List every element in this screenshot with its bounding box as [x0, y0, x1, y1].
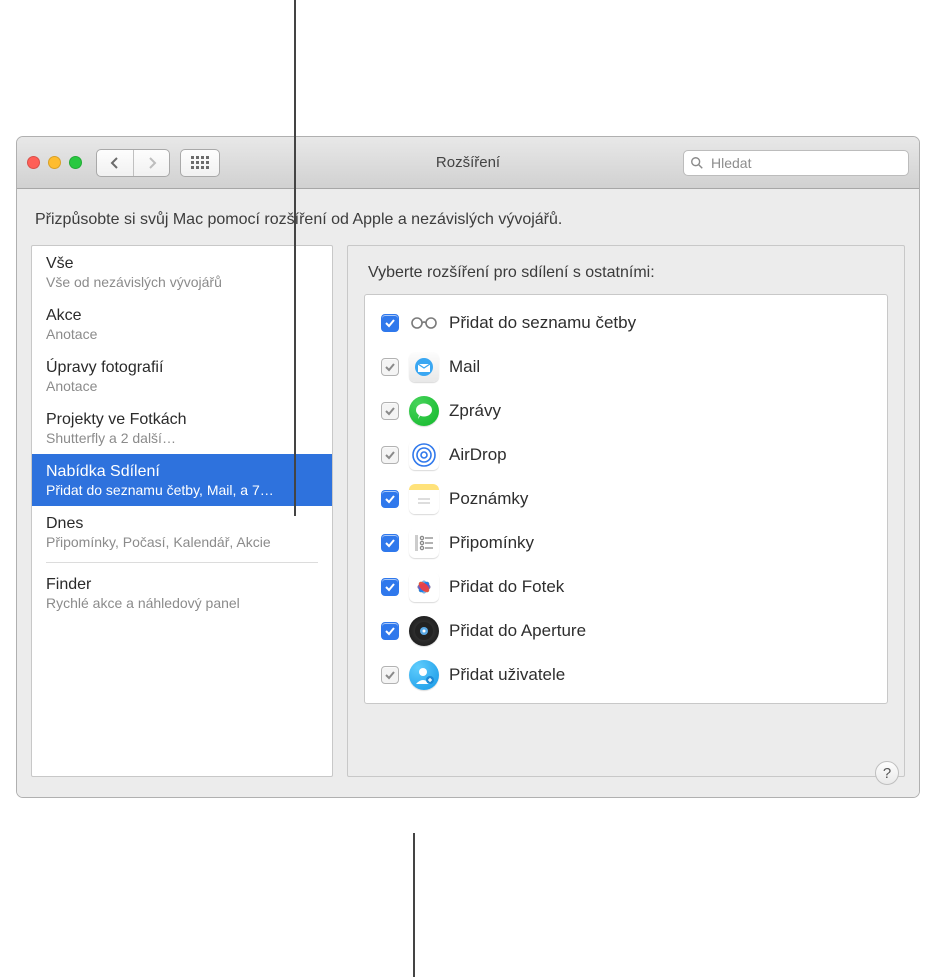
ext-label: Přidat do Fotek [449, 577, 564, 597]
panel-title: Vyberte rozšíření pro sdílení s ostatním… [368, 264, 888, 282]
sidebar-item-photo-editing[interactable]: Úpravy fotografií Anotace [32, 350, 332, 402]
chevron-left-icon [110, 157, 120, 169]
reading-list-icon [409, 308, 439, 338]
help-button[interactable]: ? [875, 761, 899, 785]
search-input[interactable] [709, 154, 902, 172]
sidebar-separator [46, 562, 318, 563]
close-window-button[interactable] [27, 156, 40, 169]
checkbox-photos[interactable] [381, 578, 399, 596]
checkbox-mail[interactable] [381, 358, 399, 376]
search-icon [690, 156, 704, 170]
mail-icon [409, 352, 439, 382]
reminders-icon [409, 528, 439, 558]
chevron-right-icon [147, 157, 157, 169]
checkbox-notes[interactable] [381, 490, 399, 508]
ext-label: Přidat do seznamu četby [449, 313, 636, 333]
grid-icon [191, 156, 209, 170]
search-field[interactable] [683, 150, 909, 176]
detail-panel: Vyberte rozšíření pro sdílení s ostatním… [347, 245, 905, 777]
ext-row-mail: Mail [375, 345, 877, 389]
sidebar-item-photos-projects[interactable]: Projekty ve Fotkách Shutterfly a 2 další… [32, 402, 332, 454]
show-all-button[interactable] [180, 149, 220, 177]
ext-label: Mail [449, 357, 480, 377]
forward-button[interactable] [133, 150, 169, 176]
checkbox-aperture[interactable] [381, 622, 399, 640]
extensions-list: Přidat do seznamu četby Mail [364, 294, 888, 704]
ext-row-messages: Zprávy [375, 389, 877, 433]
ext-row-add-user: Přidat uživatele [375, 653, 877, 697]
ext-label: Poznámky [449, 489, 528, 509]
back-button[interactable] [97, 150, 133, 176]
airdrop-icon [409, 440, 439, 470]
checkbox-reminders[interactable] [381, 534, 399, 552]
aperture-icon [409, 616, 439, 646]
ext-row-airdrop: AirDrop [375, 433, 877, 477]
add-user-icon [409, 660, 439, 690]
sidebar-item-share-menu[interactable]: Nabídka Sdílení Přidat do seznamu četby,… [32, 454, 332, 506]
callout-line-top [294, 0, 296, 516]
sidebar-item-today[interactable]: Dnes Připomínky, Počasí, Kalendář, Akcie [32, 506, 332, 558]
preferences-window: Rozšíření Přizpůsobte si svůj Mac pomocí… [16, 136, 920, 798]
nav-buttons [96, 149, 170, 177]
checkbox-add-user[interactable] [381, 666, 399, 684]
ext-label: Přidat do Aperture [449, 621, 586, 641]
ext-row-aperture: Přidat do Aperture [375, 609, 877, 653]
photos-icon [409, 572, 439, 602]
help-icon: ? [883, 765, 891, 782]
sidebar-item-actions[interactable]: Akce Anotace [32, 298, 332, 350]
toolbar: Rozšíření [17, 137, 919, 189]
sidebar: Vše Vše od nezávislých vývojářů Akce Ano… [31, 245, 333, 777]
ext-row-reading-list: Přidat do seznamu četby [375, 301, 877, 345]
ext-label: Zprávy [449, 401, 501, 421]
ext-label: Přidat uživatele [449, 665, 565, 685]
ext-row-reminders: Připomínky [375, 521, 877, 565]
ext-label: Připomínky [449, 533, 534, 553]
ext-row-photos: Přidat do Fotek [375, 565, 877, 609]
messages-icon [409, 396, 439, 426]
checkbox-messages[interactable] [381, 402, 399, 420]
checkbox-airdrop[interactable] [381, 446, 399, 464]
window-title: Rozšíření [436, 154, 500, 171]
zoom-window-button[interactable] [69, 156, 82, 169]
minimize-window-button[interactable] [48, 156, 61, 169]
window-controls [27, 156, 82, 169]
ext-label: AirDrop [449, 445, 507, 465]
ext-row-notes: Poznámky [375, 477, 877, 521]
description-text: Přizpůsobte si svůj Mac pomocí rozšíření… [17, 189, 919, 245]
callout-line-bottom [413, 833, 415, 977]
notes-icon [409, 484, 439, 514]
checkbox-reading-list[interactable] [381, 314, 399, 332]
sidebar-item-finder[interactable]: Finder Rychlé akce a náhledový panel [32, 567, 332, 619]
window-body: Přizpůsobte si svůj Mac pomocí rozšíření… [17, 189, 919, 797]
sidebar-item-all[interactable]: Vše Vše od nezávislých vývojářů [32, 246, 332, 298]
